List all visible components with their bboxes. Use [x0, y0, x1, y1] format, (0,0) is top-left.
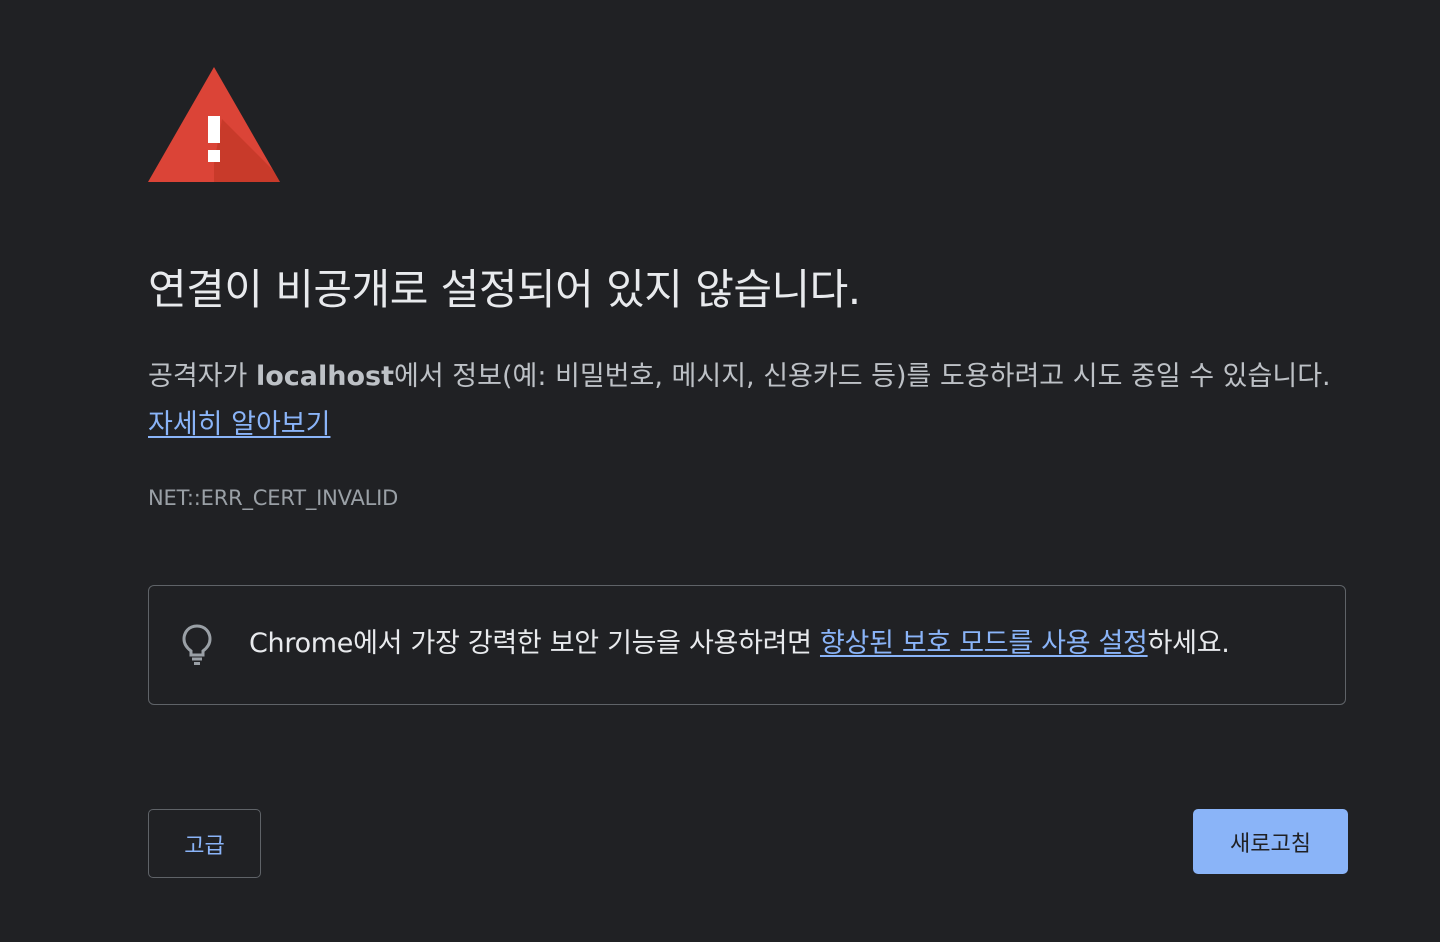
page-title: 연결이 비공개로 설정되어 있지 않습니다. [148, 265, 861, 314]
promo-text: Chrome에서 가장 강력한 보안 기능을 사용하려면 향상된 보호 모드를 … [249, 624, 1230, 664]
description-suffix: 에서 정보(예: 비밀번호, 메시지, 신용카드 등)를 도용하려고 시도 중일… [394, 361, 1331, 392]
enable-enhanced-protection-link[interactable]: 향상된 보호 모드를 사용 설정 [820, 628, 1148, 659]
promo-suffix: 하세요. [1147, 628, 1230, 659]
lightbulb-icon [182, 624, 212, 665]
error-code: NET::ERR_CERT_INVALID [148, 486, 399, 510]
promo-prefix: Chrome에서 가장 강력한 보안 기능을 사용하려면 [249, 628, 820, 659]
warning-triangle-icon [148, 67, 280, 182]
description-prefix: 공격자가 [148, 361, 256, 392]
learn-more-link[interactable]: 자세히 알아보기 [148, 409, 330, 440]
reload-button[interactable]: 새로고침 [1193, 809, 1348, 874]
error-description: 공격자가 localhost에서 정보(예: 비밀번호, 메시지, 신용카드 등… [148, 353, 1348, 449]
enhanced-protection-promo: Chrome에서 가장 강력한 보안 기능을 사용하려면 향상된 보호 모드를 … [148, 585, 1346, 705]
interstitial-page: 연결이 비공개로 설정되어 있지 않습니다. 공격자가 localhost에서 … [0, 0, 1440, 942]
advanced-button[interactable]: 고급 [148, 809, 261, 878]
host-name: localhost [255, 361, 394, 392]
